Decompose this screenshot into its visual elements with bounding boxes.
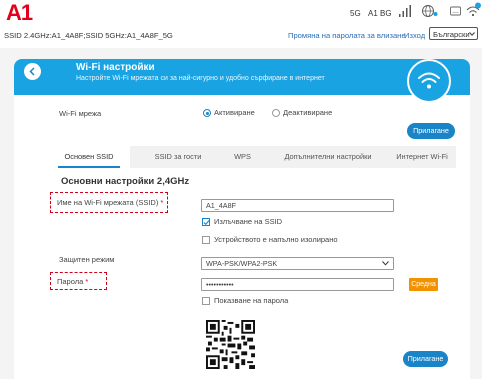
back-button[interactable] bbox=[24, 63, 41, 80]
tab-internet-wifi[interactable]: Интернет Wi-Fi bbox=[388, 146, 456, 168]
page-subtitle: Настройте Wi-Fi мрежата си за най-сигурн… bbox=[76, 75, 325, 82]
show-password-label: Показване на парола bbox=[214, 296, 289, 305]
tab-main-ssid[interactable]: Основен SSID bbox=[48, 146, 130, 168]
card-header: Wi-Fi настройки Настройте Wi-Fi мрежата … bbox=[14, 59, 470, 95]
broadcast-ssid-checkbox[interactable] bbox=[202, 218, 210, 226]
show-password-checkbox[interactable] bbox=[202, 297, 210, 305]
tab-advanced[interactable]: Допълнителни настройки bbox=[272, 146, 384, 168]
security-mode-select[interactable]: WPA-PSK/WPA2-PSK bbox=[201, 257, 394, 270]
ssid-label-highlight: Име на Wi-Fi мрежата (SSID) * bbox=[50, 192, 168, 213]
wifi-apply-button[interactable]: Прилагане bbox=[407, 123, 455, 139]
chevron-down-icon bbox=[382, 261, 389, 266]
language-select[interactable]: Български bbox=[429, 27, 478, 40]
change-login-password-link[interactable]: Промяна на паролата за влизане bbox=[288, 31, 406, 40]
wifi-network-label: Wi-Fi мрежа bbox=[59, 109, 102, 118]
tab-wps[interactable]: WPS bbox=[220, 146, 265, 168]
checkmark-icon bbox=[203, 220, 210, 226]
ssid-info: SSID 2.4GHz:A1_4A8F;SSID 5GHz:A1_4A8F_5G bbox=[4, 31, 173, 40]
wifi-clients-icon[interactable] bbox=[465, 2, 481, 18]
disable-radio[interactable] bbox=[272, 109, 280, 117]
basic-apply-button[interactable]: Прилагане bbox=[403, 351, 448, 367]
password-strength-badge: Средна bbox=[409, 278, 438, 291]
logout-link[interactable]: Изход bbox=[404, 31, 425, 40]
signal-bars-icon bbox=[399, 5, 411, 17]
top-bar: A1 5G A1 BG SSID 2.4GHz:A1_4A8F;SSID 5GH… bbox=[0, 0, 482, 48]
a1-logo: A1 bbox=[6, 0, 33, 25]
isolation-checkbox[interactable] bbox=[202, 236, 210, 244]
security-mode-value: WPA-PSK/WPA2-PSK bbox=[206, 259, 278, 268]
network-type: 5G bbox=[350, 9, 361, 18]
security-mode-label: Защитен режим bbox=[59, 255, 115, 264]
enable-label: Активиране bbox=[214, 108, 255, 117]
enable-radio[interactable] bbox=[203, 109, 211, 117]
wifi-icon bbox=[418, 72, 440, 89]
section-title: Основни настройки 2,4GHz bbox=[61, 176, 190, 187]
broadcast-ssid-label: Излъчване на SSID bbox=[214, 217, 283, 226]
isolation-label: Устройството е напълно изолирано bbox=[214, 235, 338, 244]
disable-label: Деактивиране bbox=[283, 108, 333, 117]
wifi-badge bbox=[407, 59, 451, 103]
chevron-down-icon bbox=[469, 32, 475, 36]
password-label: Парола * bbox=[57, 277, 89, 286]
page-title: Wi-Fi настройки bbox=[76, 62, 155, 73]
chevron-left-icon bbox=[29, 67, 35, 76]
qr-code-image bbox=[206, 320, 255, 369]
wifi-settings-card: Wi-Fi настройки Настройте Wi-Fi мрежата … bbox=[14, 59, 470, 379]
language-value: Български bbox=[433, 30, 470, 39]
password-label-highlight: Парола * bbox=[50, 272, 107, 290]
ssid-label: Име на Wi-Fi мрежата (SSID) * bbox=[57, 198, 164, 207]
globe-connection-icon bbox=[422, 5, 438, 17]
ssid-input[interactable]: A1_4A8F bbox=[201, 199, 394, 212]
password-input[interactable]: ••••••••••• bbox=[201, 278, 394, 291]
operator-name: A1 BG bbox=[368, 9, 392, 18]
sms-icon[interactable] bbox=[449, 4, 463, 18]
tab-guest-ssid[interactable]: SSID за гости bbox=[138, 146, 218, 168]
